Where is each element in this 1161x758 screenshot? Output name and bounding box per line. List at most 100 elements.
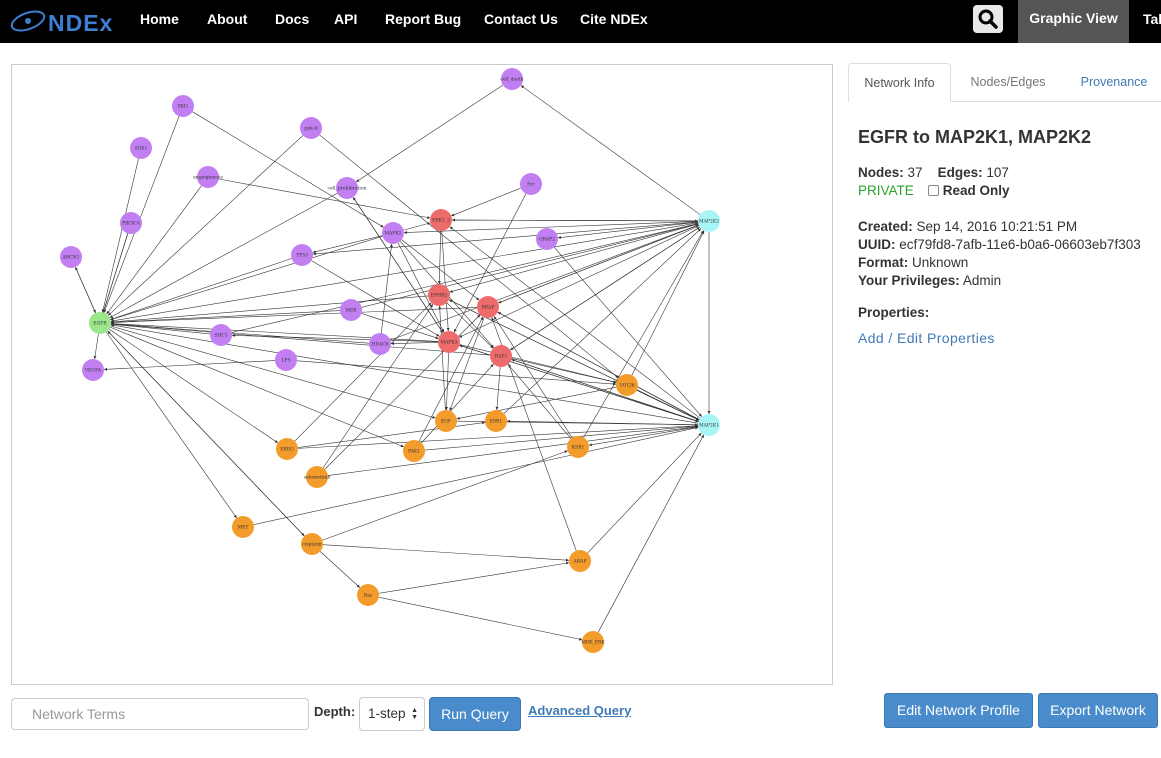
graph-edge[interactable] xyxy=(511,359,699,423)
graph-edge[interactable] xyxy=(631,230,705,376)
graph-edge[interactable] xyxy=(507,364,572,439)
graph-node[interactable]: KSR1 xyxy=(567,436,589,458)
graph-edge[interactable] xyxy=(456,386,617,420)
graph-edge[interactable] xyxy=(520,85,701,215)
graph-edge[interactable] xyxy=(451,219,699,223)
graph-edge[interactable] xyxy=(231,222,699,333)
depth-select[interactable]: 1-step ▲ ▼ xyxy=(359,697,425,731)
graph-node[interactable]: SKI1 xyxy=(172,95,194,117)
search-button[interactable] xyxy=(973,5,1003,33)
graph-edge[interactable] xyxy=(101,158,139,313)
graph-node[interactable]: PAK1 xyxy=(403,440,425,462)
table-view-tab[interactable]: Tal xyxy=(1143,11,1161,27)
graph-node[interactable]: GRAP2 xyxy=(536,228,558,250)
graph-node[interactable]: BRAF xyxy=(477,296,499,318)
graph-edge[interactable] xyxy=(597,434,705,633)
nav-report-bug[interactable]: Report Bug xyxy=(385,11,461,27)
add-edit-properties-link[interactable]: Add / Edit Properties xyxy=(858,330,995,346)
graph-node[interactable]: LPS xyxy=(275,349,297,371)
graph-edge[interactable] xyxy=(441,230,450,332)
tab-nodes-edges[interactable]: Nodes/Edges xyxy=(963,63,1053,102)
graph-edge[interactable] xyxy=(110,295,429,324)
graph-node[interactable]: cell_death xyxy=(500,68,524,90)
graphic-view-tab[interactable]: Graphic View xyxy=(1018,0,1129,43)
graph-node[interactable]: TP53 xyxy=(291,244,313,266)
graph-edge[interactable] xyxy=(312,235,383,254)
advanced-query-link[interactable]: Advanced Query xyxy=(528,703,631,718)
graph-edge[interactable] xyxy=(297,421,486,448)
graph-edge[interactable] xyxy=(449,226,701,419)
graph-node[interactable]: Ras xyxy=(357,584,379,606)
graph-edge[interactable] xyxy=(587,432,702,554)
graph-edge[interactable] xyxy=(106,185,202,315)
nav-home[interactable]: Home xyxy=(140,11,179,27)
graph-node[interactable]: MEK_ERK xyxy=(581,631,605,653)
graph-node[interactable]: MAPK3 xyxy=(438,331,460,353)
nav-contact-us[interactable]: Contact Us xyxy=(484,11,558,27)
graph-edge[interactable] xyxy=(75,266,96,314)
graph-edge[interactable] xyxy=(378,561,570,594)
read-only-checkbox[interactable] xyxy=(927,185,939,196)
graph-edge[interactable] xyxy=(93,333,99,360)
graph-node[interactable]: MET xyxy=(232,516,254,538)
graph-edge[interactable] xyxy=(110,222,699,323)
graph-edge[interactable] xyxy=(498,224,699,304)
graph-node[interactable]: Src xyxy=(520,173,542,195)
graph-edge[interactable] xyxy=(449,317,485,411)
graph-edge[interactable] xyxy=(459,344,617,384)
graph-edge[interactable] xyxy=(424,424,699,451)
graph-edge[interactable] xyxy=(107,330,305,537)
graph-node[interactable]: MAPK1 xyxy=(382,222,404,244)
ndex-logo[interactable]: NDEx xyxy=(8,6,124,36)
graph-node[interactable]: angiogenesis xyxy=(193,166,224,188)
graph-edge[interactable] xyxy=(356,84,503,183)
graph-edge[interactable] xyxy=(319,134,619,379)
graph-edge[interactable] xyxy=(110,322,370,344)
graph-node[interactable]: SHC1 xyxy=(210,324,232,346)
graph-node[interactable]: PIK3CA xyxy=(120,212,142,234)
graph-edge[interactable] xyxy=(583,230,704,438)
graph-edge[interactable] xyxy=(378,596,583,641)
graph-node[interactable]: EGF xyxy=(435,410,457,432)
graph-node[interactable]: cisplatin xyxy=(301,533,323,555)
graph-node[interactable]: EGFR xyxy=(89,312,111,334)
graph-edge[interactable] xyxy=(495,366,501,411)
graph-edge[interactable] xyxy=(437,230,442,285)
graph-edge[interactable] xyxy=(322,544,570,562)
graph-edge[interactable] xyxy=(319,551,361,588)
graph-node[interactable]: ppk-it xyxy=(300,117,322,139)
run-query-button[interactable]: Run Query xyxy=(429,697,521,731)
graph-edge[interactable] xyxy=(458,225,700,338)
graph-edge[interactable] xyxy=(296,360,617,386)
graph-edge[interactable] xyxy=(451,187,521,217)
graph-edge[interactable] xyxy=(390,342,439,346)
graph-edge[interactable] xyxy=(110,322,211,335)
graph-node[interactable]: EREG xyxy=(276,438,298,460)
tab-provenance[interactable]: Provenance xyxy=(1074,63,1154,102)
nav-docs[interactable]: Docs xyxy=(275,11,309,27)
network-terms-input[interactable] xyxy=(11,698,309,730)
export-network-button[interactable]: Export Network xyxy=(1038,693,1158,728)
graph-node[interactable]: HDAC6 xyxy=(369,333,391,355)
graph-node[interactable]: MAP2K2 xyxy=(698,210,720,232)
graph-edge[interactable] xyxy=(403,222,431,231)
nav-cite-ndex[interactable]: Cite NDEx xyxy=(580,11,648,27)
graph-node[interactable]: EPHB2 xyxy=(428,284,450,306)
graph-edge[interactable] xyxy=(218,178,431,219)
graph-node[interactable]: MEK xyxy=(340,299,362,321)
graph-edge[interactable] xyxy=(503,228,702,414)
nav-about[interactable]: About xyxy=(207,11,247,27)
nav-api[interactable]: API xyxy=(334,11,357,27)
graph-edge[interactable] xyxy=(192,111,384,228)
graph-node[interactable]: RAF1 xyxy=(490,345,512,367)
network-graph-canvas[interactable]: cell_death SKI1 ppk-it SOS1 angiogenesis cell… xyxy=(11,64,833,685)
graph-node[interactable]: ARAF xyxy=(569,550,591,572)
graph-edge[interactable] xyxy=(106,331,237,519)
graph-node[interactable]: U0126 xyxy=(616,374,638,396)
graph-edge[interactable] xyxy=(421,363,494,444)
tab-network-info[interactable]: Network Info xyxy=(848,63,951,102)
edit-network-profile-button[interactable]: Edit Network Profile xyxy=(884,693,1033,728)
graph-edge[interactable] xyxy=(588,426,699,447)
graph-node[interactable]: SOS1 xyxy=(130,137,152,159)
graph-edge[interactable] xyxy=(352,197,444,333)
